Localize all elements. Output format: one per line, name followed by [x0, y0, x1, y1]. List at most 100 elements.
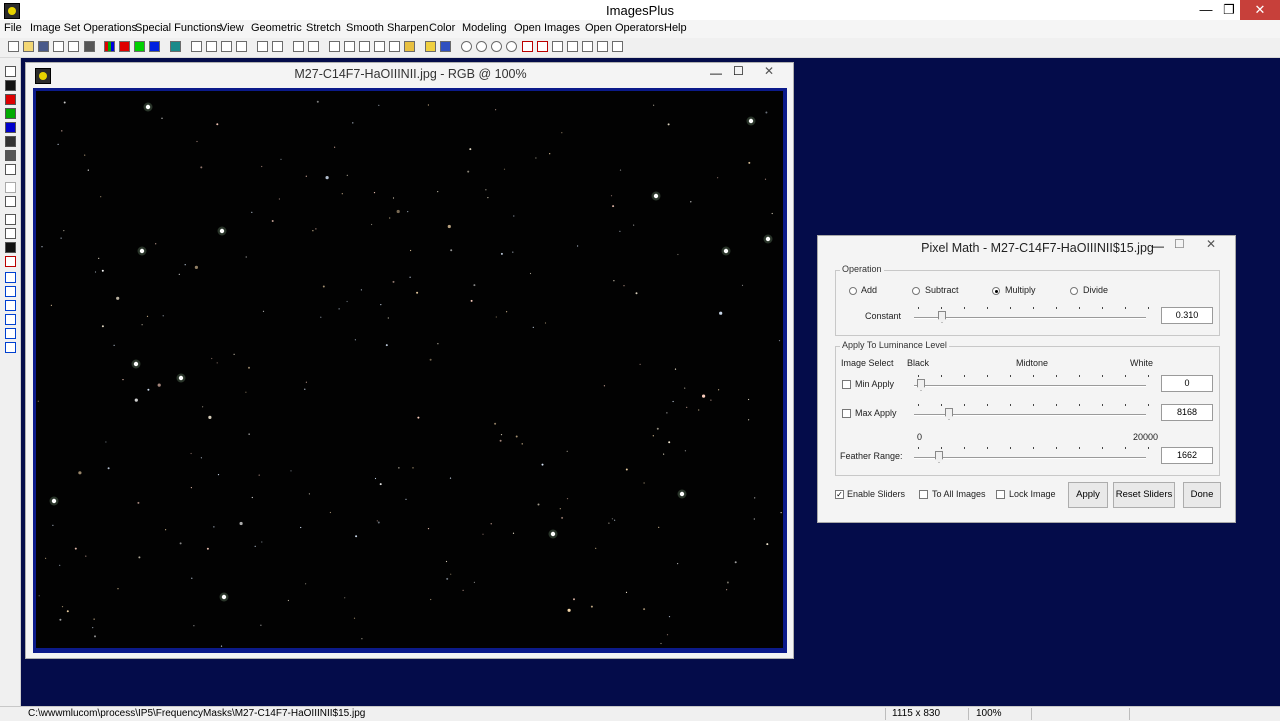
- tool-green-icon[interactable]: [5, 108, 16, 119]
- color-point-icon[interactable]: [272, 41, 283, 52]
- tool-black-icon[interactable]: [5, 80, 16, 91]
- zoom-out-icon[interactable]: [476, 41, 487, 52]
- point-select-icon[interactable]: [257, 41, 268, 52]
- constant-slider-track[interactable]: [914, 317, 1146, 319]
- image-maximize-button[interactable]: ☐: [733, 64, 744, 78]
- palette-icon[interactable]: [404, 41, 415, 52]
- min-apply-checkbox[interactable]: [842, 380, 851, 389]
- crosshair-plus-icon[interactable]: [359, 41, 370, 52]
- redo-all-icon[interactable]: [236, 41, 247, 52]
- apply-button[interactable]: Apply: [1068, 482, 1108, 508]
- tool-fill-icon[interactable]: [5, 242, 16, 253]
- window-single-icon[interactable]: [552, 41, 563, 52]
- tool-lines-icon[interactable]: [5, 228, 16, 239]
- tool-layer-icon[interactable]: [5, 136, 16, 147]
- menu-smooth-sharpen[interactable]: Smooth Sharpen: [346, 22, 429, 34]
- max-apply-checkbox[interactable]: [842, 409, 851, 418]
- tool-right-arrow-icon[interactable]: [5, 300, 16, 311]
- menu-file[interactable]: File: [4, 22, 22, 34]
- mask-icon[interactable]: [440, 41, 451, 52]
- enable-sliders-checkbox[interactable]: ✓: [835, 490, 844, 499]
- radio-divide[interactable]: [1070, 287, 1078, 295]
- window-arrange-icon[interactable]: [597, 41, 608, 52]
- rgb-channels-icon[interactable]: [104, 41, 115, 52]
- tool-move-icon[interactable]: [5, 272, 16, 283]
- lock-image-checkbox[interactable]: [996, 490, 1005, 499]
- window-cascade-icon[interactable]: [582, 41, 593, 52]
- reset-sliders-button[interactable]: Reset Sliders: [1113, 482, 1175, 508]
- to-all-images-checkbox[interactable]: [919, 490, 928, 499]
- menu-geometric[interactable]: Geometric: [251, 22, 302, 34]
- radio-multiply[interactable]: [992, 287, 1000, 295]
- menu-modeling[interactable]: Modeling: [462, 22, 507, 34]
- min-apply-slider-track[interactable]: [914, 385, 1146, 387]
- undo-all-icon[interactable]: [221, 41, 232, 52]
- restore-window-button[interactable]: ❐: [1215, 0, 1243, 20]
- star-field-image[interactable]: [36, 91, 783, 648]
- radio-add[interactable]: [849, 287, 857, 295]
- save-disk-icon[interactable]: [38, 41, 49, 52]
- done-button[interactable]: Done: [1183, 482, 1221, 508]
- tool-up-arrow-icon[interactable]: [5, 286, 16, 297]
- close-image-icon[interactable]: [53, 41, 64, 52]
- redo-icon[interactable]: [206, 41, 217, 52]
- green-channel-icon[interactable]: [134, 41, 145, 52]
- feather-range-slider-track[interactable]: [914, 457, 1146, 459]
- window-tile-icon[interactable]: [567, 41, 578, 52]
- tool-rotate-left-icon[interactable]: [5, 314, 16, 325]
- menu-color[interactable]: Color: [429, 22, 455, 34]
- tool-save-icon[interactable]: [5, 66, 16, 77]
- constant-value-field[interactable]: 0.310: [1161, 307, 1213, 324]
- image-close-button[interactable]: ✕: [764, 64, 774, 78]
- tool-merge-icon[interactable]: [5, 150, 16, 161]
- tool-disabled-icon[interactable]: [5, 182, 16, 193]
- new-file-icon[interactable]: [8, 41, 19, 52]
- zoom-100-icon[interactable]: [506, 41, 517, 52]
- menu-image-set-operations[interactable]: Image Set Operations: [30, 22, 137, 34]
- open-folder-icon[interactable]: [23, 41, 34, 52]
- crosshair-icon[interactable]: [374, 41, 385, 52]
- menu-open-operators[interactable]: Open Operators: [585, 22, 664, 34]
- menu-help[interactable]: Help: [664, 22, 687, 34]
- tool-blue-icon[interactable]: [5, 122, 16, 133]
- undo-icon[interactable]: [191, 41, 202, 52]
- menu-view[interactable]: View: [220, 22, 244, 34]
- tool-red-icon[interactable]: [5, 94, 16, 105]
- red-channel-icon[interactable]: [119, 41, 130, 52]
- menu-special-functions[interactable]: Special Functions: [135, 22, 222, 34]
- radio-subtract[interactable]: [912, 287, 920, 295]
- close-app-button[interactable]: ✕: [1240, 0, 1280, 20]
- star: [45, 557, 47, 559]
- expand-icon[interactable]: [522, 41, 533, 52]
- min-apply-value-field[interactable]: 0: [1161, 375, 1213, 392]
- print-icon[interactable]: [84, 41, 95, 52]
- zoom-fit-icon[interactable]: [491, 41, 502, 52]
- histogram-icon[interactable]: [308, 41, 319, 52]
- pm-minimize-button[interactable]: —: [1152, 239, 1164, 253]
- menu-stretch[interactable]: Stretch: [306, 22, 341, 34]
- tool-rotate-right-icon[interactable]: [5, 328, 16, 339]
- zoom-in-icon[interactable]: [461, 41, 472, 52]
- menu-open-images[interactable]: Open Images: [514, 22, 580, 34]
- measure-icon[interactable]: [389, 41, 400, 52]
- shrink-icon[interactable]: [537, 41, 548, 52]
- max-apply-value-field[interactable]: 8168: [1161, 404, 1213, 421]
- tool-region-icon[interactable]: [5, 256, 16, 267]
- image-minimize-button[interactable]: —: [710, 66, 722, 80]
- image-window[interactable]: M27-C14F7-HaOIIINII.jpg - RGB @ 100% — ☐…: [25, 62, 794, 659]
- curves-icon[interactable]: [344, 41, 355, 52]
- close-all-icon[interactable]: [68, 41, 79, 52]
- pencil-icon[interactable]: [425, 41, 436, 52]
- window-minimize-all-icon[interactable]: [612, 41, 623, 52]
- pm-close-button[interactable]: ✕: [1206, 237, 1216, 251]
- grid-icon[interactable]: [170, 41, 181, 52]
- tool-brush-icon[interactable]: [5, 196, 16, 207]
- levels-icon[interactable]: [329, 41, 340, 52]
- feather-range-value-field[interactable]: 1662: [1161, 447, 1213, 464]
- pm-maximize-button[interactable]: ☐: [1174, 237, 1185, 251]
- tool-step-icon[interactable]: [5, 164, 16, 175]
- blue-channel-icon[interactable]: [149, 41, 160, 52]
- tool-rect-select-icon[interactable]: [5, 214, 16, 225]
- line-profile-icon[interactable]: [293, 41, 304, 52]
- tool-flip-icon[interactable]: [5, 342, 16, 353]
